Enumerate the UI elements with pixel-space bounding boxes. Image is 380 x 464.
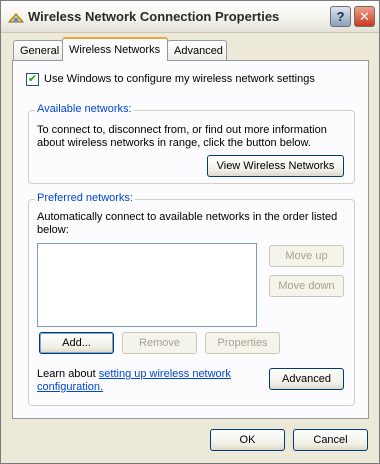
move-up-button[interactable]: Move up: [269, 245, 344, 267]
tab-label: Advanced: [174, 45, 223, 57]
window-title: Wireless Network Connection Properties: [28, 9, 280, 24]
properties-dialog: Wireless Network Connection Properties ?…: [0, 0, 380, 464]
preferred-networks-legend: Preferred networks:: [35, 192, 135, 204]
tab-panel: ✔ Use Windows to configure my wireless n…: [12, 60, 369, 419]
ok-button[interactable]: OK: [210, 429, 285, 451]
tab-advanced[interactable]: Advanced: [167, 40, 227, 61]
available-networks-legend: Available networks:: [35, 103, 134, 115]
learn-about-prefix: Learn about: [37, 368, 99, 380]
available-networks-text-line1: To connect to, disconnect from, or find …: [37, 124, 327, 136]
use-windows-checkbox[interactable]: ✔: [26, 73, 39, 86]
available-networks-group: Available networks: To connect to, disco…: [28, 103, 355, 184]
properties-button[interactable]: Properties: [205, 332, 280, 354]
setup-wireless-link-line2[interactable]: configuration.: [37, 381, 103, 393]
tab-general[interactable]: General: [13, 40, 63, 61]
preferred-networks-list[interactable]: [37, 243, 257, 327]
setup-wireless-link[interactable]: setting up wireless network: [99, 368, 231, 380]
advanced-button[interactable]: Advanced: [269, 368, 344, 390]
use-windows-label[interactable]: Use Windows to configure my wireless net…: [44, 73, 315, 85]
learn-about-text: Learn about setting up wireless network: [37, 368, 231, 381]
available-networks-text-line2: about wireless networks in range, click …: [37, 137, 311, 149]
help-icon[interactable]: ?: [330, 6, 351, 27]
add-button[interactable]: Add...: [39, 332, 114, 354]
remove-button[interactable]: Remove: [122, 332, 197, 354]
preferred-networks-group: Preferred networks: Automatically connec…: [28, 192, 355, 406]
tab-label: General: [20, 45, 60, 57]
preferred-networks-text-line2: below:: [37, 224, 69, 236]
move-down-button[interactable]: Move down: [269, 275, 344, 297]
view-wireless-networks-button[interactable]: View Wireless Networks: [207, 155, 344, 177]
learn-about-text-line2: configuration.: [37, 381, 103, 394]
preferred-networks-text-line1: Automatically connect to available netwo…: [37, 211, 338, 223]
title-bar[interactable]: Wireless Network Connection Properties ?…: [1, 1, 379, 33]
network-connection-icon: [8, 13, 24, 23]
cancel-button[interactable]: Cancel: [293, 429, 368, 451]
tab-wireless-networks[interactable]: Wireless Networks: [62, 37, 168, 61]
tab-label: Wireless Networks: [69, 44, 161, 56]
close-icon[interactable]: ✕: [354, 6, 375, 27]
